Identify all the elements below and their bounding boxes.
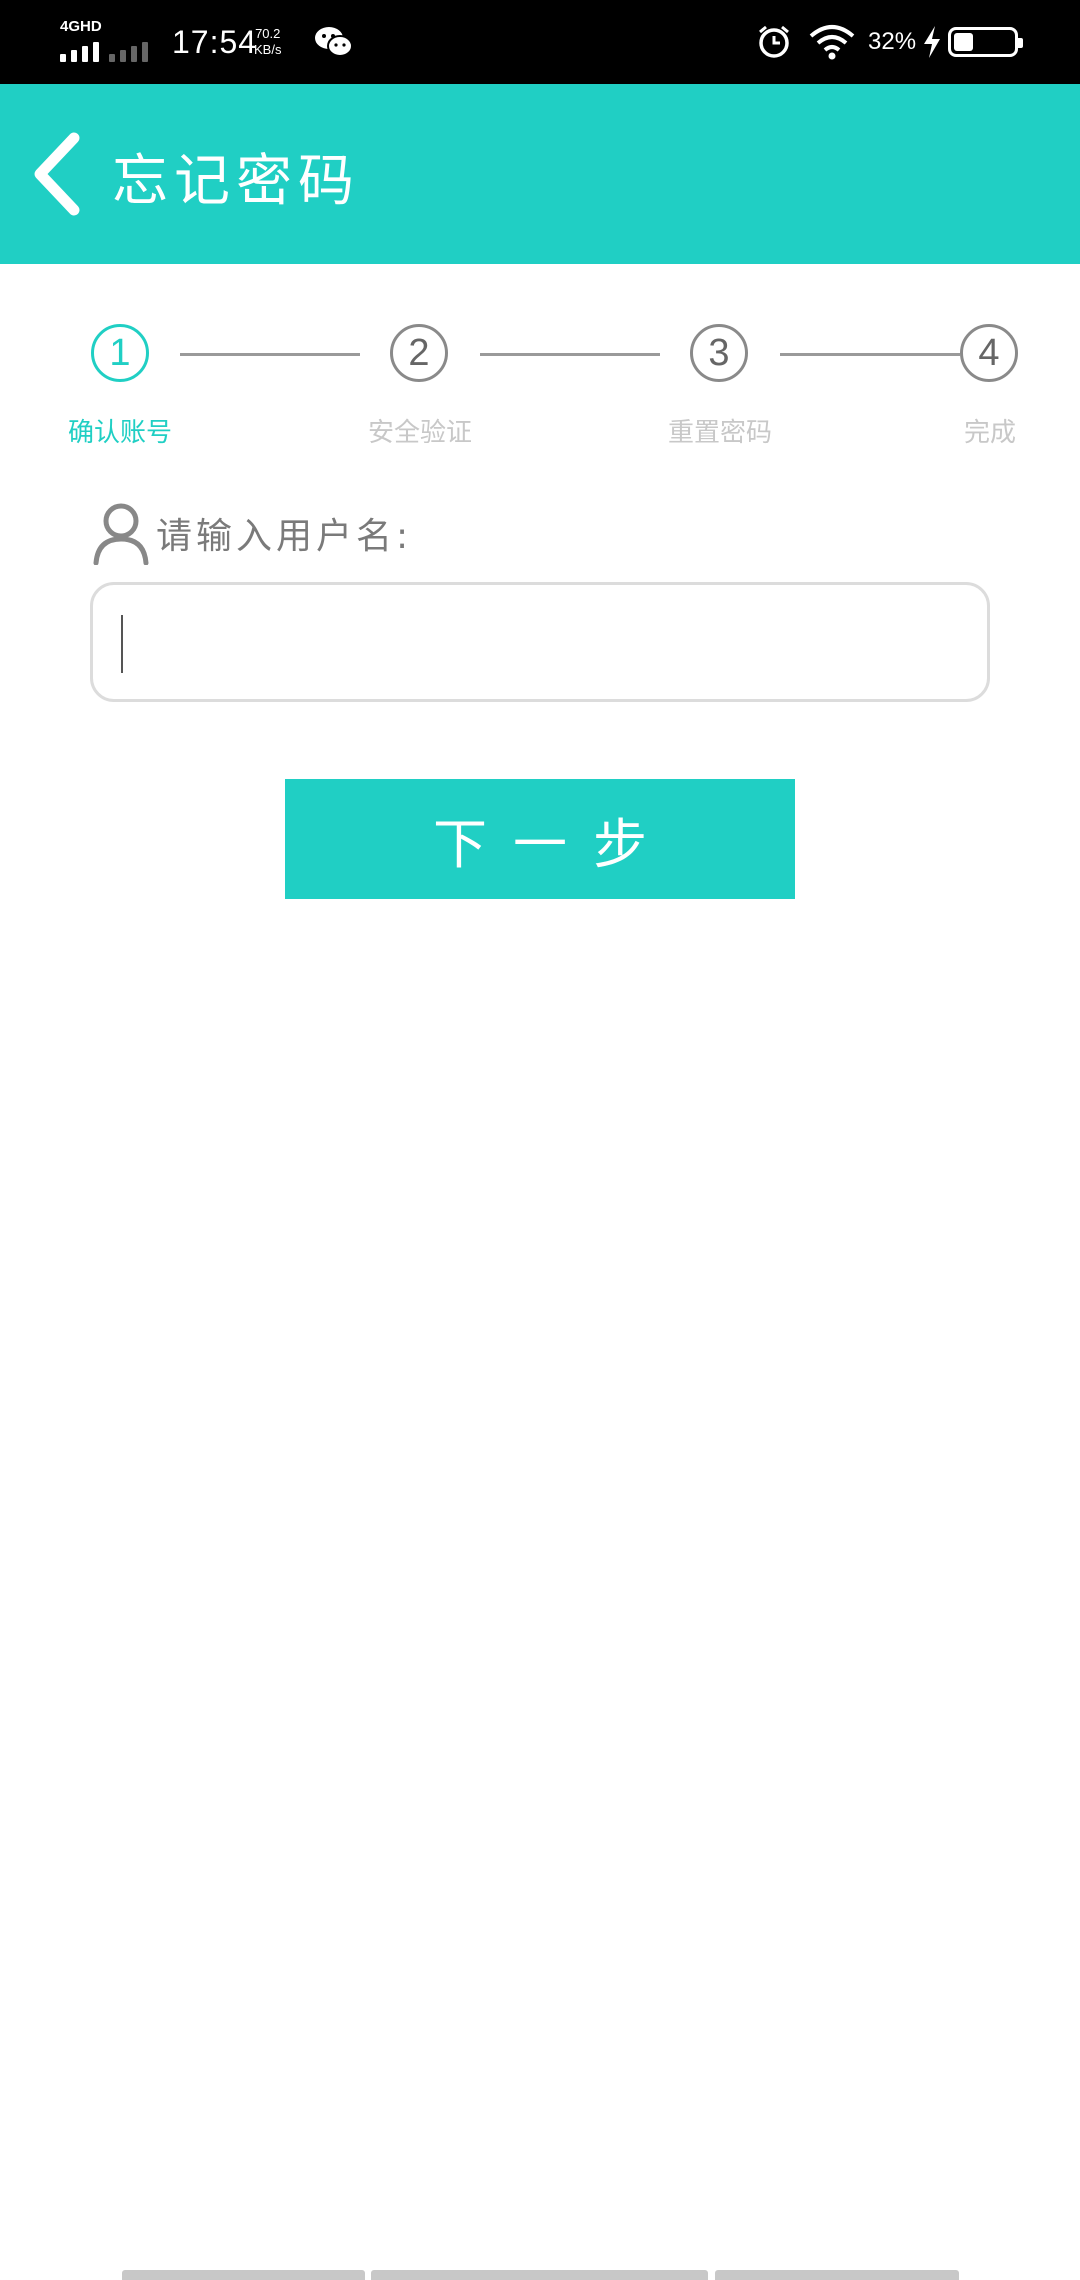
signal-icon: 4GHD <box>60 0 148 84</box>
network-speed: 70.2 KB/s <box>254 0 281 84</box>
step-4-indicator: 4 <box>960 324 1018 382</box>
alarm-icon <box>756 0 792 84</box>
text-cursor <box>121 615 123 673</box>
speed-value: 70.2 <box>255 26 281 41</box>
username-input[interactable] <box>90 582 990 702</box>
step-2-indicator: 2 <box>390 324 448 382</box>
battery-level <box>954 33 973 51</box>
wechat-icon <box>314 0 354 84</box>
app-header: 忘记密码 <box>0 84 1080 264</box>
step-connector <box>180 353 360 356</box>
wifi-icon <box>808 0 856 84</box>
battery-icon <box>948 0 1023 84</box>
next-step-button[interactable]: 下一步 <box>285 779 795 899</box>
username-label-row: 请输入用户名: <box>92 498 412 568</box>
status-bar: 4GHD 17:54 70.2 KB/s 32% <box>0 0 1080 84</box>
step-3-indicator: 3 <box>690 324 748 382</box>
nav-hint-right[interactable] <box>715 2270 959 2280</box>
progress-stepper: 1 2 3 4 确认账号 安全验证 重置密码 完成 <box>0 320 1080 460</box>
step-connector <box>780 353 960 356</box>
nav-hint-left[interactable] <box>122 2270 365 2280</box>
page-title: 忘记密码 <box>112 149 360 214</box>
step-1-indicator: 1 <box>91 324 149 382</box>
network-type: 4GHD <box>60 18 102 35</box>
speed-unit: KB/s <box>254 42 282 57</box>
charging-icon <box>922 0 942 84</box>
step-connector <box>480 353 660 356</box>
step-2-label: 安全验证 <box>367 418 473 448</box>
step-3-label: 重置密码 <box>667 418 773 448</box>
step-4-label: 完成 <box>963 418 1017 448</box>
username-label: 请输入用户名: <box>156 516 413 557</box>
user-icon <box>93 503 149 565</box>
battery-percent: 32% <box>868 28 917 55</box>
status-time: 17:54 <box>172 23 258 60</box>
back-button[interactable] <box>30 132 90 216</box>
nav-hint-center[interactable] <box>371 2270 708 2280</box>
chevron-left-icon <box>34 132 80 216</box>
step-1-label: 确认账号 <box>67 418 173 448</box>
